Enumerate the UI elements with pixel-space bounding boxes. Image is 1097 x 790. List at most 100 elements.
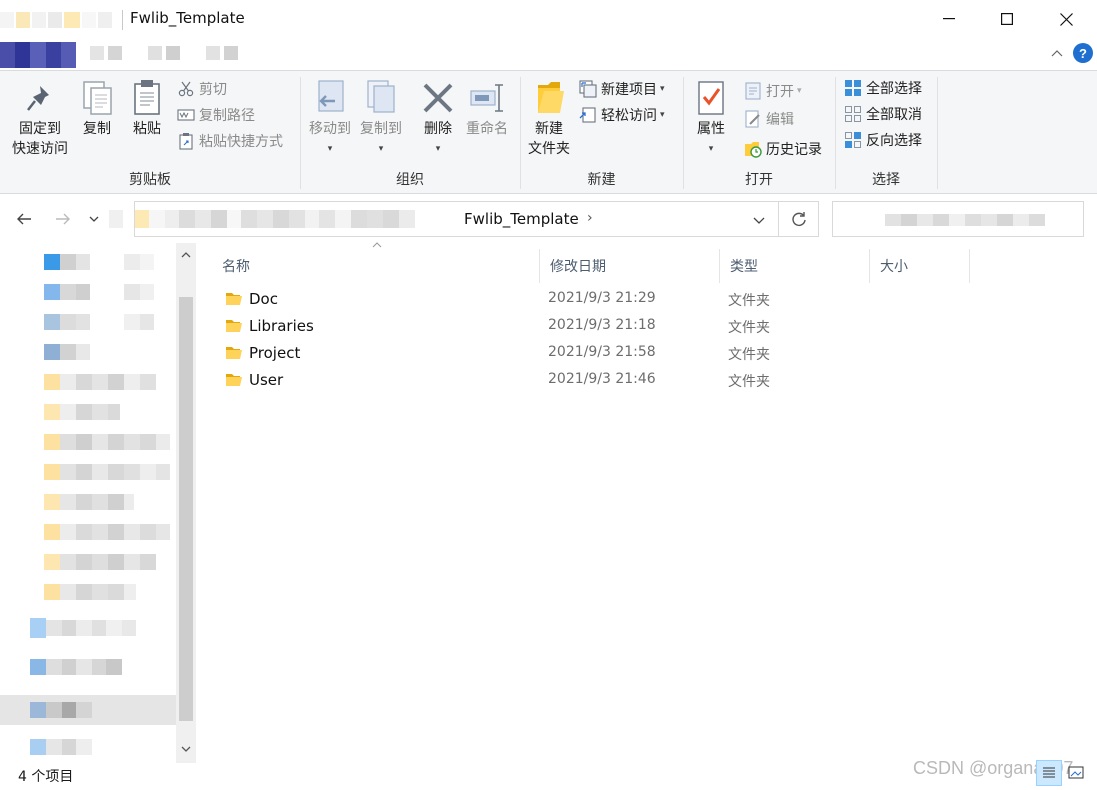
close-icon: [1059, 12, 1073, 26]
new-folder-label-line2: 文件夹: [528, 141, 570, 157]
nav-item[interactable]: [0, 340, 175, 364]
file-row[interactable]: Project 2021/9/3 21:58 文件夹: [212, 340, 972, 367]
nav-item[interactable]: [0, 735, 175, 759]
column-header-name[interactable]: 名称: [212, 249, 540, 283]
move-to-button[interactable]: 移动到 ▾: [305, 77, 355, 159]
file-row[interactable]: Libraries 2021/9/3 21:18 文件夹: [212, 313, 972, 340]
tab-blurred[interactable]: [224, 46, 238, 60]
copy-to-label: 复制到: [360, 121, 402, 137]
nav-item-icon: [30, 659, 46, 675]
help-icon[interactable]: ?: [1073, 43, 1093, 63]
folder-icon: [44, 524, 60, 540]
easy-access-button[interactable]: 轻松访问 ▾: [578, 103, 665, 127]
column-header-modified[interactable]: 修改日期: [540, 249, 720, 283]
address-history-dropdown[interactable]: [747, 208, 771, 232]
tab-blurred[interactable]: [148, 46, 162, 60]
column-header-size[interactable]: 大小: [870, 249, 970, 283]
forward-button[interactable]: [51, 207, 75, 231]
rename-button[interactable]: 重命名: [462, 77, 512, 139]
file-type: 文件夹: [728, 374, 770, 390]
file-row[interactable]: Doc 2021/9/3 21:29 文件夹: [212, 286, 972, 313]
tab-file[interactable]: [0, 42, 77, 68]
file-row[interactable]: User 2021/9/3 21:46 文件夹: [212, 367, 972, 394]
back-button[interactable]: [12, 207, 36, 231]
recent-locations-button[interactable]: [82, 207, 106, 231]
delete-x-icon: [418, 77, 458, 119]
tab-blurred[interactable]: [166, 46, 180, 60]
details-view-button[interactable]: [1036, 760, 1062, 786]
quick-access-toolbar: [0, 12, 112, 28]
select-all-icon: [843, 78, 863, 98]
paste-button[interactable]: 粘贴: [126, 77, 168, 139]
address-current-folder[interactable]: Fwlib_Template: [464, 210, 579, 228]
tab-blurred[interactable]: [108, 46, 122, 60]
scroll-down-arrow-icon[interactable]: [176, 739, 196, 759]
edit-button[interactable]: 编辑: [743, 107, 794, 131]
tab-blurred[interactable]: [206, 46, 220, 60]
nav-item[interactable]: [0, 400, 175, 424]
file-list: 名称 修改日期 类型 大小 Doc 2021/9/3 21:29 文件夹 Lib…: [212, 242, 1082, 763]
move-to-icon: [310, 77, 350, 119]
address-bar[interactable]: Fwlib_Template ›: [134, 201, 779, 237]
nav-pane-scrollbar[interactable]: [176, 243, 196, 763]
ribbon: 固定到 快速访问 复制 粘贴 剪切 复制路径 粘贴快捷方式 剪贴板 移动到 ▾ …: [0, 70, 1097, 194]
address-path-blurred: [135, 210, 415, 228]
large-icons-view-button[interactable]: [1063, 760, 1089, 786]
open-group-label: 打开: [745, 172, 773, 188]
invert-selection-button[interactable]: 反向选择: [843, 128, 922, 152]
select-none-button[interactable]: 全部取消: [843, 102, 922, 126]
group-separator: [937, 77, 938, 189]
column-header-type[interactable]: 类型: [720, 249, 870, 283]
nav-item[interactable]: [0, 370, 175, 394]
minimize-button[interactable]: [920, 0, 978, 38]
arrow-right-icon: [56, 213, 70, 225]
nav-item[interactable]: [0, 655, 175, 679]
nav-item[interactable]: [0, 616, 175, 640]
copy-path-icon: [176, 105, 196, 125]
new-item-button[interactable]: 新建项目 ▾: [578, 77, 665, 101]
copy-to-button[interactable]: 复制到 ▾: [356, 77, 406, 159]
nav-item[interactable]: [0, 310, 175, 334]
ribbon-collapse-button[interactable]: [1048, 44, 1066, 62]
paste-shortcut-label: 粘贴快捷方式: [199, 134, 283, 150]
invert-selection-icon: [843, 130, 863, 150]
nav-item[interactable]: [0, 520, 175, 544]
copy-path-button[interactable]: 复制路径: [176, 103, 255, 127]
nav-item-selected[interactable]: [0, 695, 176, 725]
history-button[interactable]: 历史记录: [743, 137, 822, 161]
copy-icon: [77, 77, 117, 119]
refresh-button[interactable]: [779, 201, 819, 237]
nav-item[interactable]: [0, 490, 175, 514]
nav-item[interactable]: [0, 460, 175, 484]
properties-button[interactable]: 属性 ▾: [691, 77, 731, 159]
qat-blurred-block: [0, 12, 14, 28]
breadcrumb-chevron-icon[interactable]: ›: [587, 210, 593, 226]
paste-shortcut-button[interactable]: 粘贴快捷方式: [176, 129, 283, 153]
ribbon-tab-strip: [0, 38, 1097, 70]
select-all-button[interactable]: 全部选择: [843, 76, 922, 100]
nav-item[interactable]: [0, 550, 175, 574]
ribbon-tabs-blurred[interactable]: [90, 46, 238, 60]
nav-item[interactable]: [0, 580, 175, 604]
scrollbar-thumb[interactable]: [179, 297, 193, 721]
close-button[interactable]: [1037, 0, 1095, 38]
nav-item[interactable]: [0, 250, 175, 274]
tab-blurred[interactable]: [90, 46, 104, 60]
minimize-icon: [943, 18, 955, 20]
qat-blurred-block: [32, 12, 46, 28]
open-button[interactable]: 打开 ▾: [743, 79, 802, 103]
up-button[interactable]: [104, 207, 128, 231]
maximize-button[interactable]: [978, 0, 1036, 38]
scroll-up-arrow-icon[interactable]: [176, 245, 196, 265]
delete-button[interactable]: 删除 ▾: [418, 77, 458, 159]
copy-button[interactable]: 复制: [76, 77, 118, 139]
search-input[interactable]: [832, 201, 1084, 237]
file-name: Project: [249, 344, 301, 362]
nav-item[interactable]: [0, 430, 175, 454]
dropdown-caret-icon: ▾: [435, 144, 441, 154]
nav-item[interactable]: [0, 280, 175, 304]
folder-icon: [44, 464, 60, 480]
new-folder-button[interactable]: 新建 文件夹: [526, 77, 572, 159]
cut-button[interactable]: 剪切: [176, 77, 227, 101]
pin-to-quick-access-button[interactable]: 固定到 快速访问: [8, 77, 72, 159]
